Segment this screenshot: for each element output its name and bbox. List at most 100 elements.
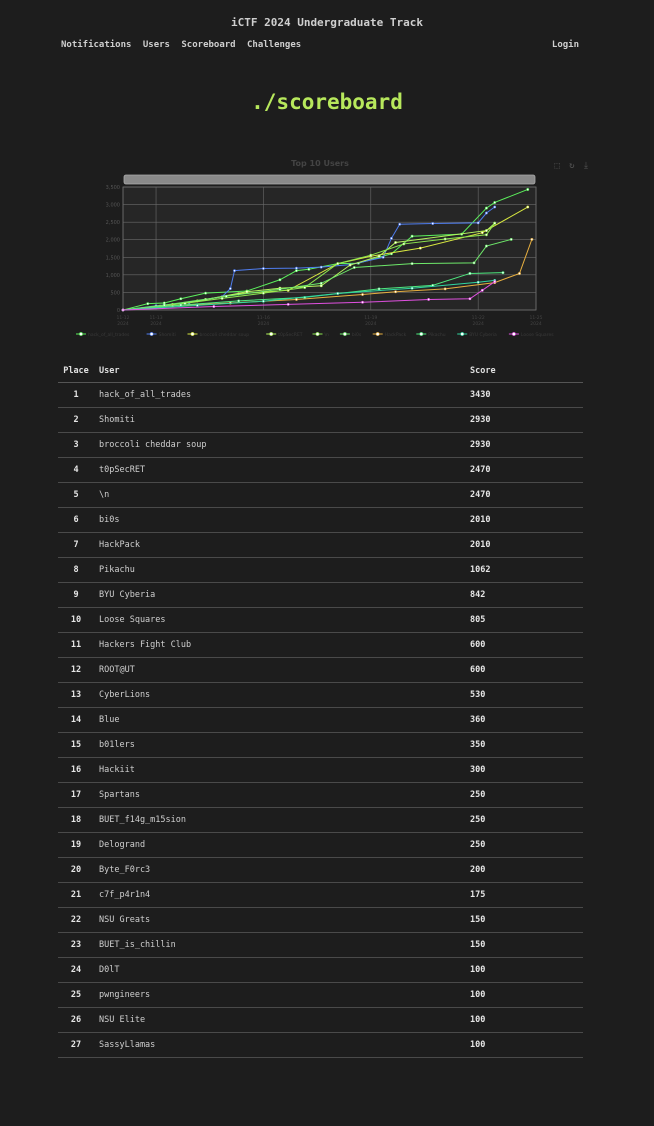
row-user-cell: Loose Squares (94, 607, 470, 633)
row-user-cell: Hackiit (94, 757, 470, 783)
row-score: 150 (470, 907, 583, 933)
data-point (369, 253, 373, 257)
table-row: 7 HackPack 2010 (58, 532, 583, 558)
table-row: 20 Byte_F0rc3 200 (58, 857, 583, 883)
x-tick-label: 11-12 (116, 315, 129, 321)
data-point (526, 205, 530, 209)
legend-label: HackPack (385, 332, 407, 338)
row-score: 100 (470, 957, 583, 983)
data-point (295, 298, 298, 301)
legend-marker (149, 332, 154, 336)
header-score: Score (470, 360, 583, 383)
data-point (381, 255, 385, 259)
table-row: 13 CyberLions 530 (58, 682, 583, 708)
page-title: ./scoreboard (251, 90, 403, 114)
row-user-link[interactable]: NSU Elite (99, 1015, 145, 1025)
data-point (195, 304, 199, 307)
row-user-link[interactable]: t0pSecRET (99, 465, 145, 475)
legend-marker (419, 332, 424, 336)
row-user-link[interactable]: hack_of_all_trades (99, 390, 191, 400)
row-user-link[interactable]: BUET_is_chillin (99, 940, 176, 950)
row-user-link[interactable]: b01lers (99, 740, 135, 750)
row-place: 8 (58, 557, 94, 583)
row-user-link[interactable]: Delogrand (99, 840, 145, 850)
row-score: 175 (470, 882, 583, 908)
table-row: 6 bi0s 2010 (58, 507, 583, 533)
row-user-link[interactable]: Hackers Fight Club (99, 640, 191, 650)
row-user-link[interactable]: NSU Greats (99, 915, 150, 925)
y-tick-label: 0 (117, 308, 120, 314)
nav-login[interactable]: Login (552, 40, 579, 50)
legend-marker (269, 332, 274, 336)
y-tick-label: 500 (110, 290, 120, 296)
row-user-link[interactable]: Byte_F0rc3 (99, 865, 150, 875)
row-place: 24 (58, 957, 94, 983)
row-user-link[interactable]: HackPack (99, 540, 140, 550)
table-row: 18 BUET_f14g_m15sion 250 (58, 807, 583, 833)
scoreboard-table: Place User Score 1 hack_of_all_trades 3430… (58, 360, 583, 1058)
nav-scoreboard[interactable]: Scoreboard (181, 40, 235, 50)
data-point (278, 278, 282, 282)
data-point (480, 231, 484, 235)
data-point (501, 271, 505, 275)
row-user-link[interactable]: Spartans (99, 790, 140, 800)
data-point (361, 300, 364, 304)
site-title: iCTF 2024 Undergraduate Track (230, 16, 424, 29)
x-tick-label: 2024 (472, 321, 484, 327)
row-user-link[interactable]: c7f_p4r1n4 (99, 890, 150, 900)
row-user-link[interactable]: \n (99, 490, 109, 500)
data-point (394, 290, 397, 294)
row-score: 2470 (470, 482, 583, 508)
row-user-link[interactable]: D0lT (99, 965, 119, 975)
row-user-link[interactable]: pwngineers (99, 990, 150, 1000)
data-point (233, 269, 236, 273)
data-point (418, 246, 422, 250)
data-point (402, 242, 406, 246)
row-user-link[interactable]: bi0s (99, 515, 119, 525)
row-user-link[interactable]: ROOT@UT (99, 665, 135, 675)
row-place: 7 (58, 532, 94, 558)
row-user-link[interactable]: BUET_f14g_m15sion (99, 815, 186, 825)
table-row: 25 pwngineers 100 (58, 982, 583, 1008)
nav-challenges[interactable]: Challenges (247, 40, 301, 50)
row-user-cell: pwngineers (94, 982, 470, 1008)
data-point (509, 237, 513, 241)
legend-label: broccoli cheddar soup (200, 332, 250, 338)
data-point (361, 293, 364, 296)
data-point (526, 188, 530, 191)
row-score: 2930 (470, 407, 583, 433)
row-place: 26 (58, 1007, 94, 1033)
row-user-link[interactable]: Shomiti (99, 415, 135, 425)
row-user-link[interactable]: SassyLlamas (99, 1040, 155, 1050)
row-score: 600 (470, 657, 583, 683)
row-user-link[interactable]: Blue (99, 715, 119, 725)
row-score: 100 (470, 982, 583, 1008)
row-place: 5 (58, 482, 94, 508)
row-user-link[interactable]: broccoli cheddar soup (99, 440, 206, 450)
row-place: 27 (58, 1032, 94, 1058)
table-row: 21 c7f_p4r1n4 175 (58, 882, 583, 908)
table-row: 11 Hackers Fight Club 600 (58, 632, 583, 658)
row-user-link[interactable]: CyberLions (99, 690, 150, 700)
data-point (394, 241, 397, 244)
data-point (485, 206, 488, 210)
row-score: 100 (470, 1007, 583, 1033)
row-user-cell: bi0s (94, 507, 470, 533)
legend-marker (511, 332, 516, 336)
row-user-link[interactable]: Pikachu (99, 565, 135, 575)
data-point (336, 262, 340, 266)
nav-notifications[interactable]: Notifications (61, 40, 131, 50)
row-score: 250 (470, 807, 583, 833)
row-score: 2470 (470, 457, 583, 483)
row-user-link[interactable]: Hackiit (99, 765, 135, 775)
data-point (303, 286, 307, 289)
nav-users[interactable]: Users (143, 40, 170, 50)
row-user-cell: Blue (94, 707, 470, 733)
row-user-link[interactable]: Loose Squares (99, 615, 166, 625)
row-place: 21 (58, 882, 94, 908)
row-user-link[interactable]: BYU Cyberia (99, 590, 155, 600)
data-point (410, 286, 414, 290)
data-point (245, 290, 249, 294)
legend-label: hack_of_all_trades (88, 332, 130, 338)
data-point (410, 234, 414, 238)
